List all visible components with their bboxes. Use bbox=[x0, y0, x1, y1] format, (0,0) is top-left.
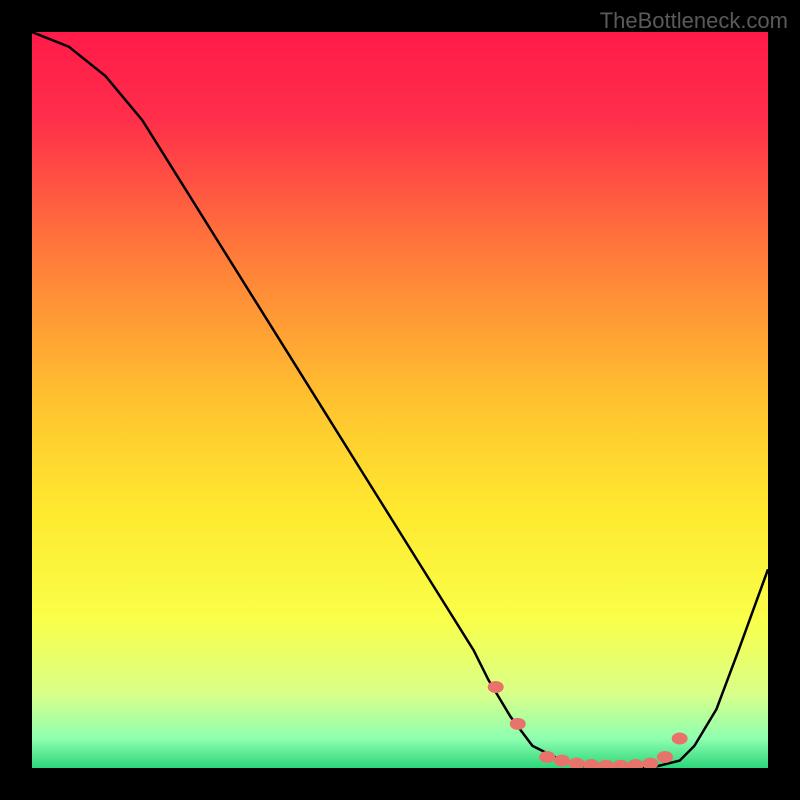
chart-curve-layer bbox=[32, 32, 768, 768]
marker-point bbox=[539, 751, 555, 763]
marker-point bbox=[672, 733, 688, 745]
marker-point bbox=[642, 758, 658, 768]
highlight-markers bbox=[488, 681, 688, 768]
marker-point bbox=[613, 760, 629, 768]
chart-container bbox=[32, 32, 768, 768]
watermark-text: TheBottleneck.com bbox=[600, 8, 788, 34]
bottleneck-curve bbox=[32, 32, 768, 768]
marker-point bbox=[657, 751, 673, 763]
marker-point bbox=[554, 755, 570, 767]
marker-point bbox=[510, 718, 526, 730]
marker-point bbox=[628, 759, 644, 768]
marker-point bbox=[598, 760, 614, 768]
marker-point bbox=[583, 759, 599, 768]
marker-point bbox=[488, 681, 504, 693]
marker-point bbox=[569, 758, 585, 768]
